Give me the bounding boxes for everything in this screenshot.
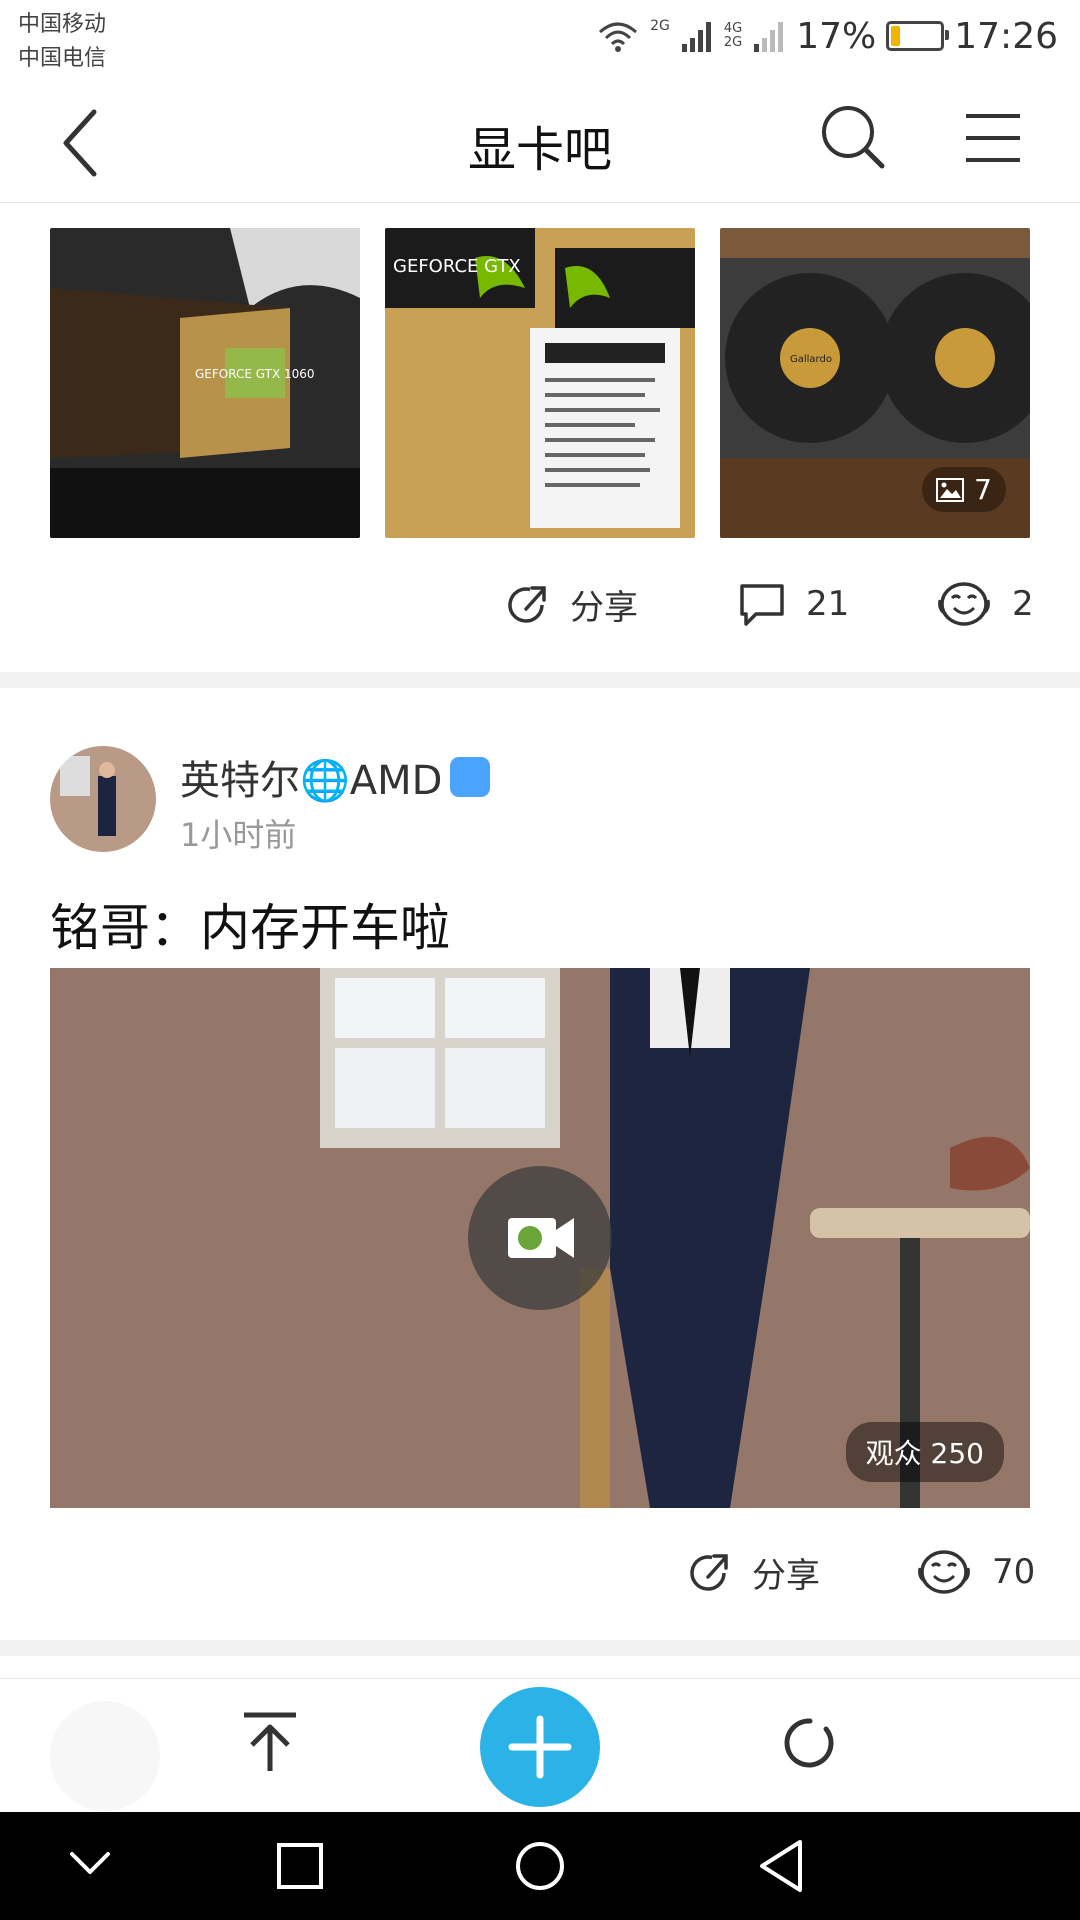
share-icon: [508, 585, 546, 623]
post2-like-button[interactable]: 70: [916, 1548, 1035, 1596]
battery-percent: 17%: [796, 15, 877, 57]
post1-image-1[interactable]: GEFORCE GTX 1060: [50, 228, 360, 538]
gpu-box-image: GEFORCE GTX 1060: [50, 228, 360, 538]
share-icon: [690, 1553, 728, 1591]
like-count: 2: [1012, 584, 1034, 624]
image-count-badge: 7: [922, 467, 1006, 512]
clock: 17:26: [954, 15, 1058, 57]
new-post-button[interactable]: [480, 1687, 600, 1807]
share-label: 分享: [570, 588, 638, 628]
post1-image-3-caption: Gallardo: [790, 354, 832, 365]
video-play-button[interactable]: [468, 1166, 612, 1310]
post1-image-3[interactable]: Gallardo 7: [720, 228, 1030, 538]
system-nav-bar: [0, 1812, 1080, 1920]
share-label: 分享: [752, 1556, 820, 1596]
like-count: 70: [992, 1552, 1036, 1592]
post1-like-button[interactable]: 2: [936, 580, 1034, 628]
refresh-icon[interactable]: [780, 1711, 840, 1779]
avatar-image: [50, 746, 156, 852]
network-label-2: 4G: [723, 21, 743, 36]
carrier-2: 中国电信: [18, 46, 107, 71]
video-thumbnail[interactable]: 观众 250: [50, 968, 1030, 1508]
carrier-1: 中国移动: [18, 12, 107, 37]
like-face-icon: [938, 582, 990, 626]
comment-count: 21: [806, 584, 850, 624]
network-stack: 4G 2G: [724, 22, 742, 50]
bot-badge-icon: [450, 757, 491, 797]
bottom-toolbar: [0, 1678, 1080, 1811]
username[interactable]: 英特尔🌐AMD: [180, 748, 442, 806]
battery-level: [891, 26, 901, 46]
post1-comment-button[interactable]: 21: [738, 580, 849, 628]
network-label-2b: 2G: [723, 35, 743, 50]
gpu-box-label-image: GEFORCE GTX: [385, 228, 695, 538]
network-label-1: 2G: [650, 18, 670, 34]
nav-bar: 显卡吧: [0, 82, 1080, 203]
status-indicators: 2G 4G 2G 17% 17:26: [596, 14, 1058, 58]
username-row[interactable]: 英特尔🌐AMD: [180, 748, 491, 806]
like-face-icon: [918, 1550, 970, 1594]
signal-icon-2: [754, 22, 784, 52]
avatar[interactable]: [50, 746, 156, 852]
search-icon[interactable]: [820, 104, 886, 174]
menu-icon[interactable]: [964, 112, 1022, 168]
image-icon: [936, 477, 965, 502]
viewer-count-badge: 观众 250: [845, 1422, 1004, 1482]
comment-icon: [740, 584, 784, 626]
post-time: 1小时前: [180, 816, 297, 854]
nav-down-icon[interactable]: [68, 1848, 112, 1882]
nav-home-icon[interactable]: [514, 1840, 566, 1896]
next-post-avatar: [50, 1701, 160, 1811]
post-divider: [0, 672, 1080, 688]
scroll-to-top-icon[interactable]: [240, 1711, 300, 1779]
signal-icon-1: [681, 22, 711, 52]
post2-share-button[interactable]: 分享: [684, 1548, 820, 1597]
status-bar: 中国移动 中国电信 2G 4G 2G 17% 17:26: [0, 0, 1080, 82]
battery-icon: [886, 21, 950, 51]
wifi-icon: [599, 22, 638, 52]
page-title: 显卡吧: [467, 122, 612, 178]
nav-recents-icon[interactable]: [276, 1842, 324, 1894]
post1-image-2[interactable]: GEFORCE GTX: [385, 228, 695, 538]
post-title[interactable]: 铭哥：内存开车啦: [50, 888, 450, 960]
post1-image-2-caption: GEFORCE GTX: [393, 256, 521, 277]
post-divider: [0, 1640, 1080, 1656]
post1-share-button[interactable]: 分享: [502, 580, 638, 629]
nav-back-icon[interactable]: [756, 1838, 806, 1898]
plus-icon: [508, 1715, 572, 1779]
camera-icon: [508, 1218, 574, 1258]
post1-image-1-caption: GEFORCE GTX 1060: [195, 367, 315, 381]
image-count: 7: [974, 473, 992, 506]
